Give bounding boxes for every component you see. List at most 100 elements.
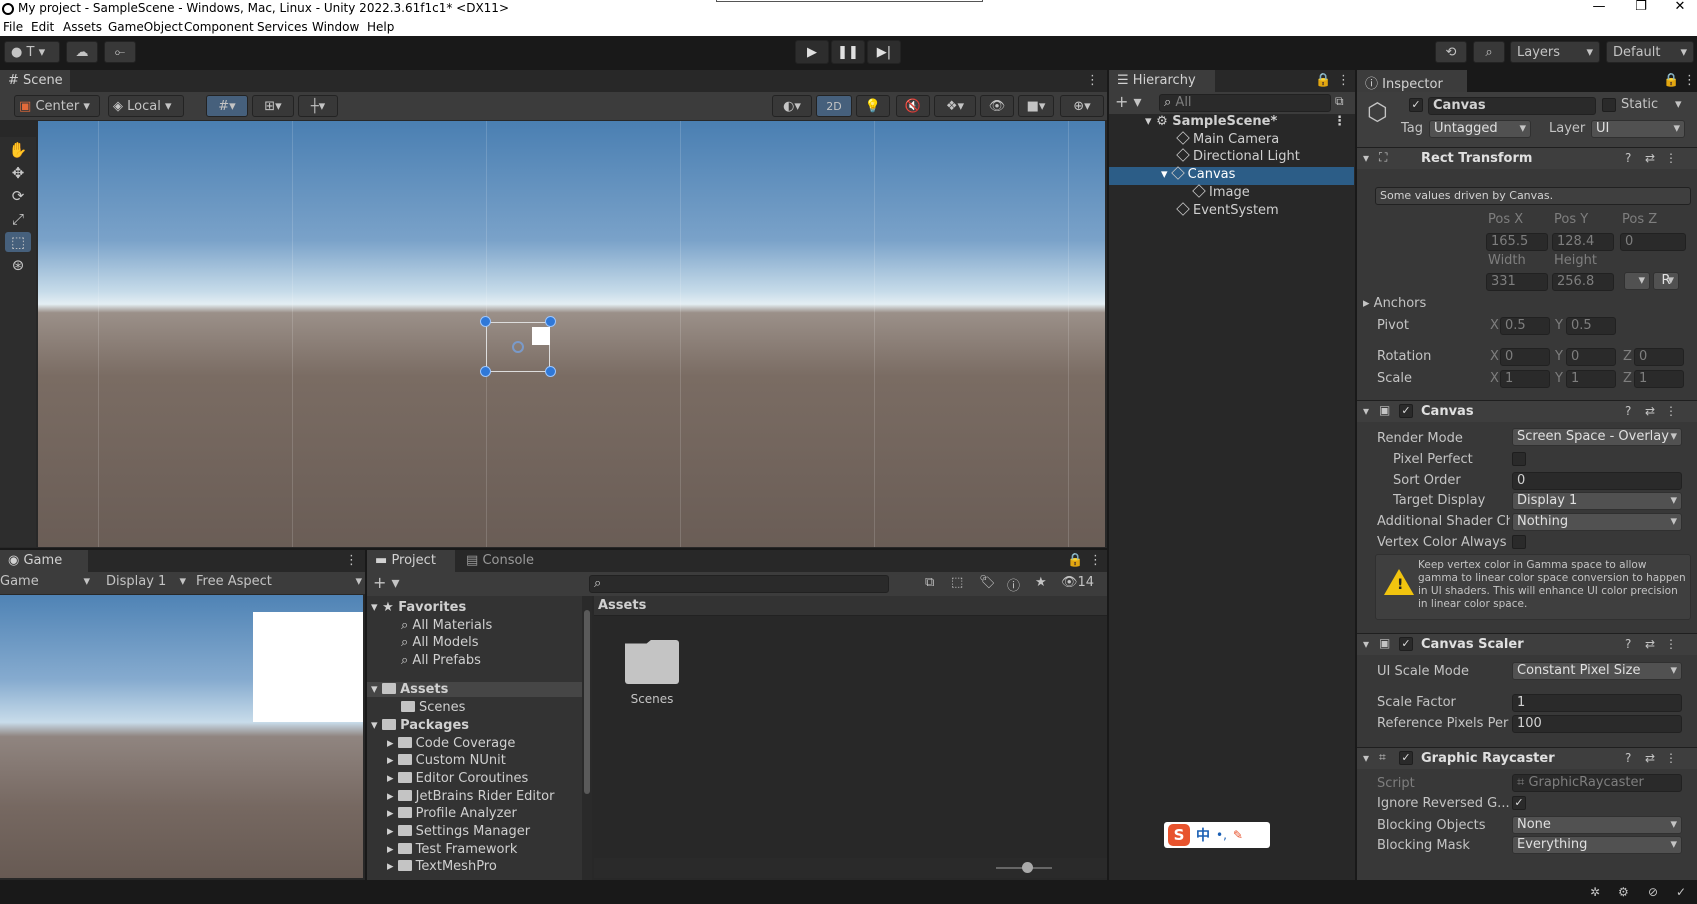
progress-icon[interactable]: ⚙ xyxy=(1618,885,1629,899)
pixel-perfect-checkbox[interactable] xyxy=(1512,452,1526,466)
scene-menu-icon[interactable]: ⋮ xyxy=(1086,73,1099,88)
handle-top-left[interactable] xyxy=(480,316,491,327)
handle-bottom-left[interactable] xyxy=(480,366,491,377)
static-dropdown[interactable]: ▾ xyxy=(1675,97,1682,112)
menu-gameobject[interactable]: GameObject xyxy=(108,20,183,34)
step-button[interactable]: ▶| xyxy=(867,40,901,64)
component-menu-icon[interactable]: ⋮ xyxy=(1665,637,1677,651)
ignore-reversed-checkbox[interactable]: ✓ xyxy=(1512,796,1526,810)
package-item[interactable]: ▸ Test Framework xyxy=(387,842,517,857)
component-menu-icon[interactable]: ⋮ xyxy=(1665,151,1677,165)
grid-snap-button[interactable]: #▾ xyxy=(206,95,248,117)
hierarchy-item-canvas[interactable]: ▾ Canvas xyxy=(1109,166,1354,185)
canvas-enabled-checkbox[interactable]: ✓ xyxy=(1399,404,1413,418)
help-icon[interactable]: ? xyxy=(1625,637,1631,651)
project-search-input[interactable]: ⌕ xyxy=(589,575,889,593)
2d-toggle[interactable]: 2D xyxy=(816,95,852,117)
layout-dropdown[interactable]: Default ▾ xyxy=(1606,41,1694,63)
menu-assets[interactable]: Assets xyxy=(63,20,102,34)
scale-factor-field[interactable]: 1 xyxy=(1512,694,1682,712)
blocking-objects-dropdown[interactable]: None xyxy=(1512,816,1682,834)
package-item[interactable]: ▸ Custom NUnit xyxy=(387,753,506,768)
maximize-button[interactable]: ❐ xyxy=(1626,0,1656,18)
hierarchy-item-image[interactable]: Image xyxy=(1109,184,1354,203)
component-menu-icon[interactable]: ⋮ xyxy=(1665,751,1677,765)
aspect-dropdown[interactable]: Free Aspect ▾ xyxy=(196,574,364,589)
scenes-grid-item[interactable]: Scenes xyxy=(622,640,682,706)
search-button[interactable]: ⌕ xyxy=(1473,41,1505,63)
create-button[interactable]: + ▾ xyxy=(1115,92,1142,111)
game-view-dropdown[interactable]: Game ▾ xyxy=(0,574,92,589)
display-dropdown[interactable]: Display 1 ▾ xyxy=(106,574,188,589)
tree-scrollbar[interactable] xyxy=(582,596,592,880)
scrollbar-thumb[interactable] xyxy=(584,610,590,794)
hierarchy-item-main-camera[interactable]: Main Camera xyxy=(1109,131,1354,150)
package-item[interactable]: ▸ Profile Analyzer xyxy=(387,806,517,821)
draw-mode-button[interactable]: ◐▾ xyxy=(772,95,812,117)
hidden-toggle[interactable]: 👁 xyxy=(980,95,1014,117)
graphic-raycaster-header[interactable]: ▾ ⌗ ✓ Graphic Raycaster ? ⇄ ⋮ xyxy=(1357,747,1697,769)
hierarchy-menu-icon[interactable]: ⋮ xyxy=(1337,73,1350,88)
lock-icon[interactable]: 🔒 xyxy=(1663,73,1679,88)
close-button[interactable]: ✕ xyxy=(1665,0,1695,18)
help-icon[interactable]: ? xyxy=(1625,151,1631,165)
play-button[interactable]: ▶ xyxy=(795,40,829,64)
menu-window[interactable]: Window xyxy=(312,20,359,34)
status-ok-icon[interactable]: ✓ xyxy=(1676,885,1686,899)
tag-dropdown[interactable]: Untagged xyxy=(1429,120,1531,138)
lock-icon[interactable]: 🔒 xyxy=(1067,553,1083,568)
increment-snap-button[interactable]: ⊞▾ xyxy=(252,95,294,117)
packages-folder[interactable]: ▾ Packages xyxy=(371,718,469,733)
scale-tool-icon[interactable]: ⤢ xyxy=(5,209,31,229)
preset-icon[interactable]: ⇄ xyxy=(1645,151,1655,165)
cloud-button[interactable]: ☁ xyxy=(66,41,98,63)
lock-icon[interactable]: 🔒 xyxy=(1315,73,1331,88)
favorites-header[interactable]: ▾ ★ Favorites xyxy=(371,600,466,615)
package-item[interactable]: ▸ Code Coverage xyxy=(387,736,515,751)
help-icon[interactable]: ? xyxy=(1625,404,1631,418)
preset-icon[interactable]: ⇄ xyxy=(1645,751,1655,765)
ui-scale-mode-dropdown[interactable]: Constant Pixel Size xyxy=(1512,662,1682,680)
active-checkbox[interactable]: ✓ xyxy=(1409,98,1423,112)
cache-icon[interactable]: ⊘ xyxy=(1648,885,1658,899)
scene-viewport[interactable] xyxy=(38,121,1105,547)
fav-all-materials[interactable]: ⌕ All Materials xyxy=(401,618,492,633)
handle-bottom-right[interactable] xyxy=(545,366,556,377)
undo-history-button[interactable]: ⟲ xyxy=(1435,41,1467,63)
menu-edit[interactable]: Edit xyxy=(31,20,54,34)
object-name-field[interactable]: Canvas xyxy=(1428,97,1596,115)
transform-tool-icon[interactable]: ⊛ xyxy=(5,255,31,275)
search-by-type-icon[interactable]: ⧉ xyxy=(925,575,934,590)
camera-button[interactable]: ■▾ xyxy=(1018,95,1054,117)
vertex-color-checkbox[interactable] xyxy=(1512,535,1526,549)
audio-toggle[interactable]: 🔇 xyxy=(896,95,930,117)
rect-transform-header[interactable]: ▾ ⛶ Rect Transform ? ⇄ ⋮ xyxy=(1357,147,1697,169)
menu-file[interactable]: File xyxy=(3,20,23,34)
lighting-toggle[interactable]: 💡 xyxy=(856,95,890,117)
package-item[interactable]: ▸ Settings Manager xyxy=(387,824,530,839)
game-viewport[interactable] xyxy=(0,595,363,878)
static-checkbox[interactable] xyxy=(1602,98,1616,112)
create-button[interactable]: + ▾ xyxy=(373,573,400,592)
canvas-scaler-header[interactable]: ▾ ▣ ✓ Canvas Scaler ? ⇄ ⋮ xyxy=(1357,633,1697,655)
anchors-foldout[interactable]: ▸ Anchors xyxy=(1363,296,1426,311)
hierarchy-item-directional-light[interactable]: Directional Light xyxy=(1109,148,1354,167)
favorite-star-icon[interactable]: ★ xyxy=(1035,575,1047,590)
search-options-icon[interactable]: ⧉ xyxy=(1335,94,1344,109)
handle-top-right[interactable] xyxy=(545,316,556,327)
account-dropdown[interactable]: ● T ▾ xyxy=(4,41,60,63)
tab-inspector[interactable]: ⓘ Inspector xyxy=(1357,70,1467,92)
pause-button[interactable]: ❚❚ xyxy=(831,40,865,64)
component-menu-icon[interactable]: ⋮ xyxy=(1665,404,1677,418)
scenes-folder[interactable]: Scenes xyxy=(401,700,465,715)
layer-dropdown[interactable]: UI xyxy=(1591,120,1685,138)
rotate-tool-icon[interactable]: ⟳ xyxy=(5,186,31,206)
collab-button[interactable]: ⟜ xyxy=(104,41,136,63)
warning-filter-icon[interactable]: ⓘ xyxy=(1007,575,1020,594)
move-tool-icon[interactable]: ✥ xyxy=(5,163,31,183)
tab-hierarchy[interactable]: ☰ Hierarchy xyxy=(1109,70,1215,92)
foldout-arrow[interactable]: ▾ xyxy=(1363,637,1369,651)
tab-scene[interactable]: # Scene xyxy=(0,70,70,92)
space-dropdown[interactable]: ◈ Local ▾ xyxy=(108,95,184,117)
gizmos-button[interactable]: ⊕▾ xyxy=(1060,95,1104,117)
